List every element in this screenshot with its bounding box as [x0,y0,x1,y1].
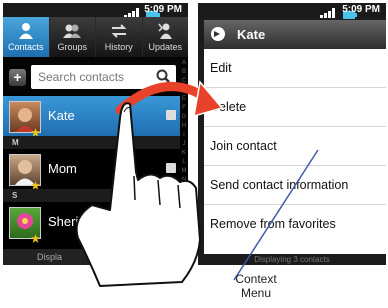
callout-line-1: Context [235,272,277,286]
swipe-arrow-icon [115,80,224,118]
callout-line-2: Menu [240,286,272,300]
callout-leader-line [233,149,319,281]
callout-label: Context Menu [226,272,286,300]
hand-pointer-icon [75,102,201,287]
gesture-overlay [75,80,319,287]
